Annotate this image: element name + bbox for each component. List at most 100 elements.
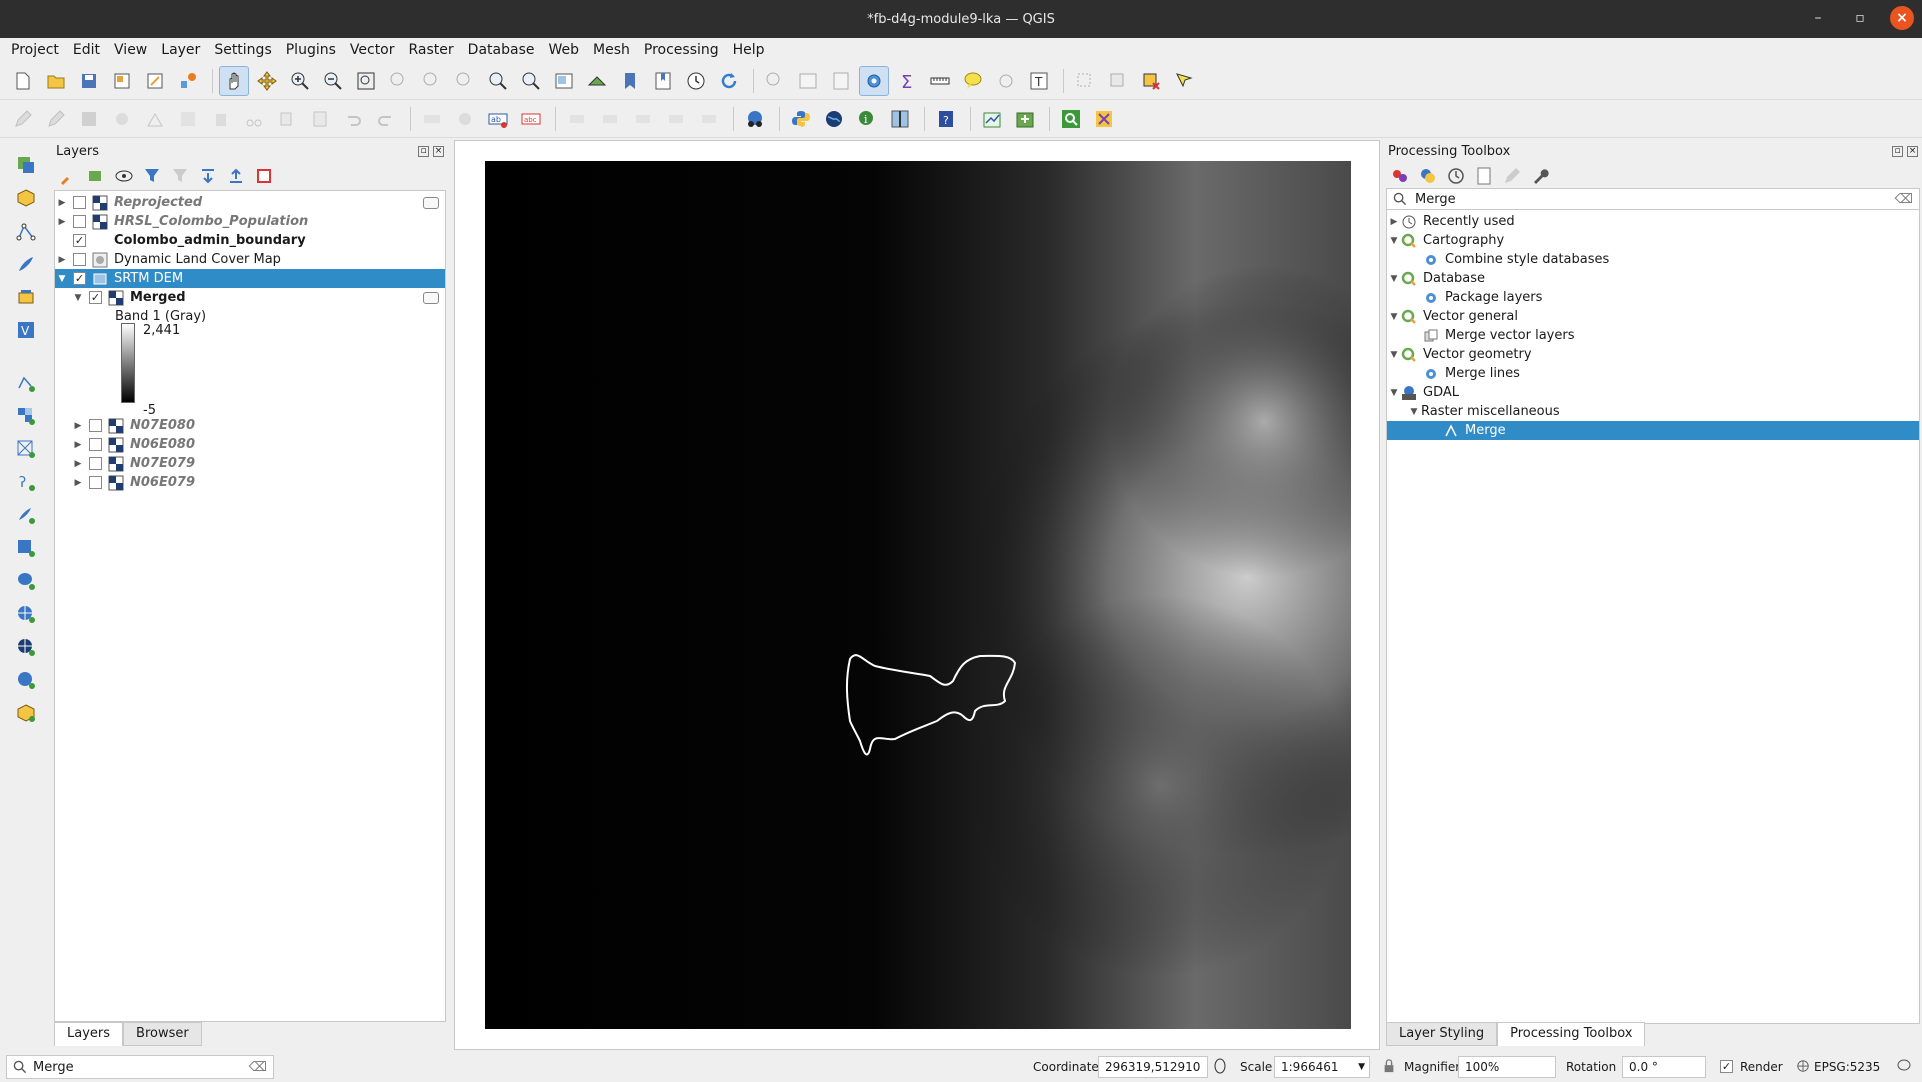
collapse-arrow-icon[interactable]: ▼ xyxy=(1387,312,1401,322)
zoom-out-button[interactable] xyxy=(318,66,348,96)
collapse-arrow-icon[interactable]: ▼ xyxy=(1387,236,1401,246)
layer-checkbox[interactable] xyxy=(73,215,86,228)
deselect-features-button[interactable] xyxy=(1103,66,1133,96)
tree-cartography[interactable]: ▼ Cartography xyxy=(1387,231,1919,250)
close-panel-button[interactable]: × xyxy=(1907,145,1918,157)
text-annotation-button[interactable]: T xyxy=(1024,66,1054,96)
map-canvas[interactable] xyxy=(485,161,1351,1029)
expand-arrow-icon[interactable]: ▶ xyxy=(71,459,85,469)
new-project-button[interactable] xyxy=(8,66,38,96)
layer-checkbox[interactable] xyxy=(89,457,102,470)
add-wfs-layer-button[interactable] xyxy=(11,632,41,662)
add-raster-layer-button[interactable] xyxy=(11,401,41,431)
deselect-all-button[interactable] xyxy=(1136,66,1166,96)
tree-raster-miscellaneous[interactable]: ▼ Raster miscellaneous xyxy=(1387,402,1919,421)
expand-arrow-icon[interactable]: ▶ xyxy=(71,421,85,431)
expand-arrow-icon[interactable]: ▶ xyxy=(71,478,85,488)
layer-row-land-cover[interactable]: ▶ Dynamic Land Cover Map xyxy=(55,250,445,269)
processing-search-input[interactable]: Merge ⌫ xyxy=(1386,188,1920,210)
menu-settings[interactable]: Settings xyxy=(207,42,278,58)
tree-database[interactable]: ▼ Database xyxy=(1387,269,1919,288)
refresh-button[interactable] xyxy=(714,66,744,96)
tree-merge-vector-layers[interactable]: Merge vector layers xyxy=(1387,326,1919,345)
dropdown-arrow-icon[interactable]: ▼ xyxy=(1358,1062,1365,1072)
map-tips-button[interactable] xyxy=(958,66,988,96)
actions-button[interactable] xyxy=(991,66,1021,96)
menu-layer[interactable]: Layer xyxy=(154,42,207,58)
menu-view[interactable]: View xyxy=(107,42,154,58)
toolbox-button[interactable] xyxy=(859,65,889,96)
clear-search-icon[interactable]: ⌫ xyxy=(249,1060,267,1075)
copy-features-button[interactable] xyxy=(272,104,302,134)
scale-field[interactable]: 1:966461 ▼ xyxy=(1274,1056,1370,1078)
collapse-all-icon[interactable] xyxy=(226,166,246,186)
earth-plugin-button[interactable] xyxy=(819,104,849,134)
rotation-field[interactable]: 0.0 ° xyxy=(1622,1056,1706,1078)
layer-checkbox[interactable] xyxy=(89,476,102,489)
menu-raster[interactable]: Raster xyxy=(402,42,461,58)
layer-row-n07e079[interactable]: ▶ N07E079 xyxy=(55,454,445,473)
history-icon[interactable] xyxy=(1446,166,1466,186)
menu-vector[interactable]: Vector xyxy=(343,42,402,58)
layer-indicator-icon[interactable] xyxy=(423,196,439,209)
models-icon[interactable] xyxy=(1390,166,1410,186)
float-panel-button[interactable]: ▫ xyxy=(418,145,429,157)
pin-labels-button[interactable] xyxy=(562,104,592,134)
collapse-arrow-icon[interactable]: ▼ xyxy=(71,293,85,303)
plugin-tool-button[interactable] xyxy=(1089,104,1119,134)
python-console-button[interactable] xyxy=(786,104,816,134)
menu-database[interactable]: Database xyxy=(461,42,542,58)
change-label-button[interactable] xyxy=(694,104,724,134)
zoom-full-button[interactable] xyxy=(351,66,381,96)
tree-merge-lines[interactable]: Merge lines xyxy=(1387,364,1919,383)
layer-row-srtm-dem[interactable]: ▼ ✓ SRTM DEM xyxy=(55,269,445,288)
identify-features-button[interactable] xyxy=(760,66,790,96)
zoom-native-button[interactable] xyxy=(450,66,480,96)
current-edits-button[interactable] xyxy=(8,104,38,134)
measure-line-button[interactable] xyxy=(925,66,955,96)
georeferencer-button[interactable] xyxy=(977,104,1007,134)
expand-arrow-icon[interactable]: ▶ xyxy=(1387,217,1401,227)
new-print-layout-button[interactable] xyxy=(107,66,137,96)
zoom-next-button[interactable] xyxy=(516,66,546,96)
new-geopackage-button[interactable] xyxy=(11,183,41,213)
zoom-to-layer-button[interactable] xyxy=(417,66,447,96)
redo-button[interactable] xyxy=(371,104,401,134)
layer-checkbox[interactable] xyxy=(73,253,86,266)
modify-attributes-button[interactable] xyxy=(173,104,203,134)
raster-plugin-button[interactable] xyxy=(1010,104,1040,134)
mouse-icon[interactable] xyxy=(1212,1058,1228,1074)
crs-button[interactable]: EPSG:5235 xyxy=(1814,1060,1880,1074)
temporal-controller-button[interactable] xyxy=(681,66,711,96)
label-pin-button[interactable] xyxy=(450,104,480,134)
add-wcs-layer-button[interactable] xyxy=(11,665,41,695)
show-layout-manager-button[interactable] xyxy=(140,66,170,96)
tree-combine-style-databases[interactable]: Combine style databases xyxy=(1387,250,1919,269)
clear-search-icon[interactable]: ⌫ xyxy=(1895,192,1913,207)
layer-checkbox[interactable]: ✓ xyxy=(73,272,86,285)
add-postgis-layer-button[interactable] xyxy=(11,566,41,596)
zoom-last-button[interactable] xyxy=(483,66,513,96)
add-virtual-layer-button[interactable] xyxy=(11,533,41,563)
collapse-arrow-icon[interactable]: ▼ xyxy=(55,274,69,284)
add-spatialite-layer-button[interactable] xyxy=(11,500,41,530)
remove-layer-icon[interactable] xyxy=(254,166,274,186)
undo-button[interactable] xyxy=(338,104,368,134)
add-group-icon[interactable] xyxy=(86,166,106,186)
label-toolbar-button[interactable] xyxy=(417,104,447,134)
float-panel-button[interactable]: ▫ xyxy=(1892,145,1903,157)
menu-edit[interactable]: Edit xyxy=(66,42,107,58)
style-brush-icon[interactable] xyxy=(58,166,78,186)
expand-arrow-icon[interactable]: ▶ xyxy=(55,217,69,227)
tab-layer-styling[interactable]: Layer Styling xyxy=(1386,1022,1498,1046)
render-checkbox[interactable]: ✓ xyxy=(1720,1060,1733,1073)
select-features-button[interactable] xyxy=(1070,66,1100,96)
expand-arrow-icon[interactable]: ▶ xyxy=(55,255,69,265)
add-arcgis-layer-button[interactable] xyxy=(11,698,41,728)
new-map-view-button[interactable] xyxy=(549,66,579,96)
messages-icon[interactable] xyxy=(1896,1058,1912,1074)
add-vector-layer-button[interactable] xyxy=(11,368,41,398)
new-spatialite-button[interactable] xyxy=(11,249,41,279)
collapse-arrow-icon[interactable]: ▼ xyxy=(1387,350,1401,360)
data-source-manager-button[interactable] xyxy=(11,150,41,180)
